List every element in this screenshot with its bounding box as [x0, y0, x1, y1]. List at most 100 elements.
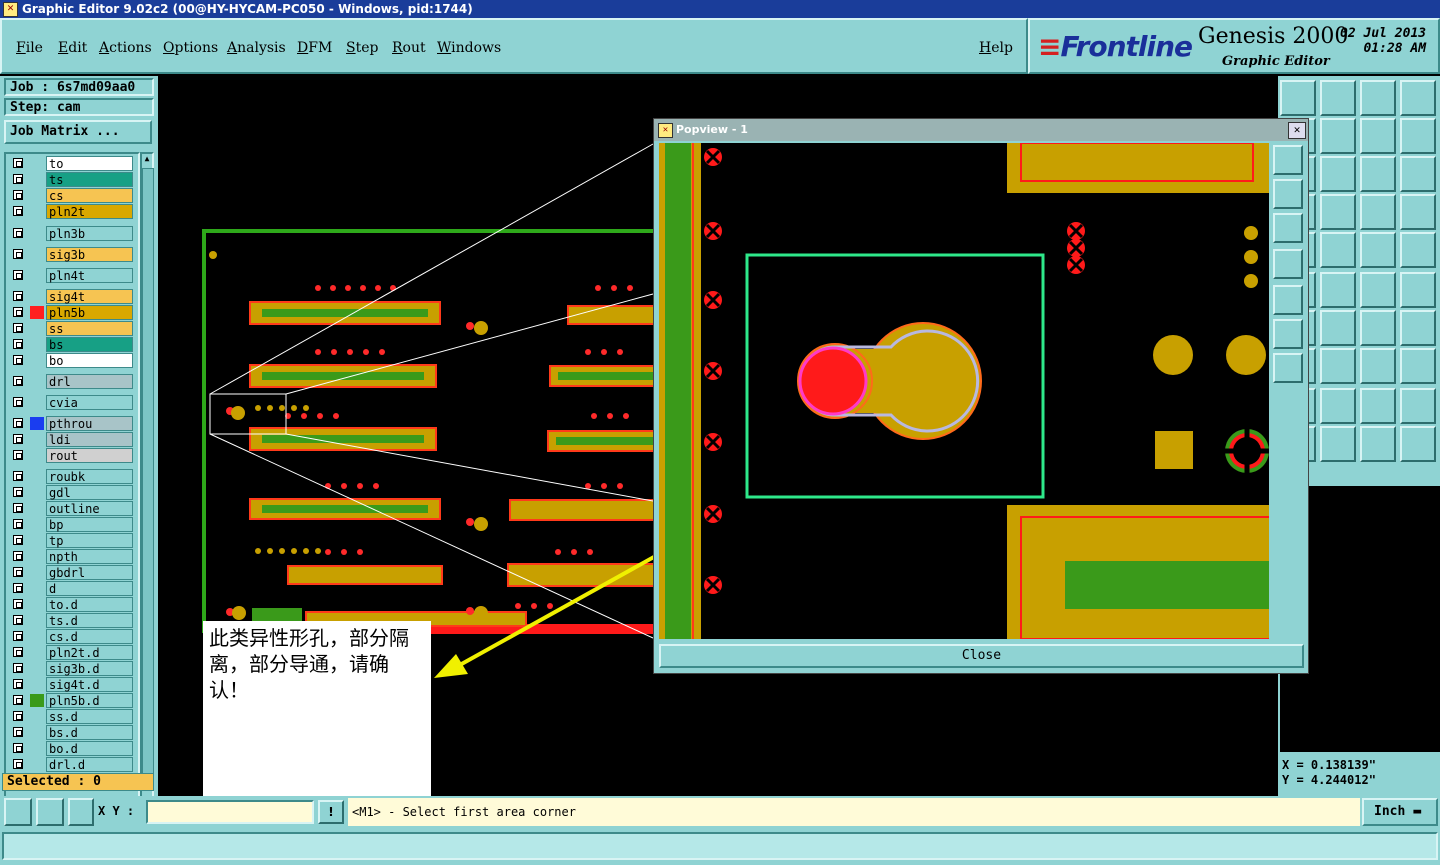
- layer-row-bo[interactable]: bo: [10, 353, 133, 368]
- layer-checkbox[interactable]: [13, 323, 23, 333]
- layer-checkbox[interactable]: [13, 206, 23, 216]
- layer-name[interactable]: gdl: [46, 485, 133, 500]
- popview-close-button[interactable]: Close: [659, 644, 1304, 668]
- units-select[interactable]: Inch ▬: [1362, 798, 1438, 826]
- layer-name[interactable]: ss.d: [46, 709, 133, 724]
- layer-checkbox[interactable]: [13, 599, 23, 609]
- copy-icon[interactable]: [1360, 348, 1396, 384]
- menu-windows[interactable]: Windows: [437, 40, 501, 56]
- layer-row-cvia[interactable]: cvia: [10, 395, 133, 410]
- layer-checkbox[interactable]: [13, 450, 23, 460]
- pv-up-icon[interactable]: [1273, 179, 1303, 209]
- job-matrix-button[interactable]: Job Matrix ...: [4, 120, 152, 144]
- zoom-area-icon[interactable]: [4, 798, 32, 826]
- layer-name[interactable]: pln2t.d: [46, 645, 133, 660]
- layer-name[interactable]: ts.d: [46, 613, 133, 628]
- grid-icon[interactable]: [68, 798, 94, 826]
- popview-canvas[interactable]: [659, 143, 1269, 639]
- layer-checkbox[interactable]: [13, 615, 23, 625]
- layer-checkbox[interactable]: [13, 535, 23, 545]
- layer-row-pln2t-d[interactable]: pln2t.d: [10, 645, 133, 660]
- move-icon[interactable]: [1360, 272, 1396, 308]
- select-d-icon[interactable]: [1400, 388, 1436, 424]
- layer-name[interactable]: npth: [46, 549, 133, 564]
- layer-row-to[interactable]: to: [10, 156, 133, 171]
- layer-checkbox[interactable]: [13, 583, 23, 593]
- save-icon[interactable]: [1320, 80, 1356, 116]
- layer-checkbox[interactable]: [13, 631, 23, 641]
- layer-row-pln3b[interactable]: pln3b: [10, 226, 133, 241]
- layer-row-tp[interactable]: tp: [10, 533, 133, 548]
- layer-checkbox[interactable]: [13, 567, 23, 577]
- layer-name[interactable]: sig3b.d: [46, 661, 133, 676]
- layer-row-gdl[interactable]: gdl: [10, 485, 133, 500]
- layer-row-outline[interactable]: outline: [10, 501, 133, 516]
- menu-file[interactable]: File: [16, 40, 43, 56]
- pv-fit-icon[interactable]: [1273, 319, 1303, 349]
- layer-checkbox[interactable]: [13, 397, 23, 407]
- layer-name[interactable]: pln2t: [46, 204, 133, 219]
- layer-checkbox[interactable]: [13, 471, 23, 481]
- layer-checkbox[interactable]: [13, 418, 23, 428]
- layer-row-d[interactable]: d: [10, 581, 133, 596]
- layer-checkbox[interactable]: [13, 727, 23, 737]
- layer-row-npth[interactable]: npth: [10, 549, 133, 564]
- select-c-icon[interactable]: [1360, 388, 1396, 424]
- layer-checkbox[interactable]: [13, 551, 23, 561]
- layer-row-pln5b[interactable]: pln5b: [10, 305, 133, 320]
- pv-right-icon[interactable]: [1273, 285, 1303, 315]
- step-icon[interactable]: [1400, 118, 1436, 154]
- layer-list-scrollbar[interactable]: ▲ ▼: [140, 152, 154, 844]
- menu-step[interactable]: Step: [346, 40, 378, 56]
- layer-row-drl-d[interactable]: drl.d: [10, 757, 133, 772]
- arc-icon[interactable]: [1320, 310, 1356, 346]
- layer-name[interactable]: outline: [46, 501, 133, 516]
- layer-name[interactable]: sig3b: [46, 247, 133, 262]
- layer-checkbox[interactable]: [13, 190, 23, 200]
- layer-checkbox[interactable]: [13, 679, 23, 689]
- layer-name[interactable]: tp: [46, 533, 133, 548]
- layer-name[interactable]: roubk: [46, 469, 133, 484]
- layer-name[interactable]: rout: [46, 448, 133, 463]
- layer-checkbox[interactable]: [13, 759, 23, 769]
- layer-checkbox[interactable]: [13, 376, 23, 386]
- flip-icon[interactable]: [1360, 310, 1396, 346]
- xy-input[interactable]: [146, 800, 314, 824]
- layer-checkbox[interactable]: [13, 663, 23, 673]
- layer-checkbox[interactable]: [13, 743, 23, 753]
- layer-checkbox[interactable]: [13, 711, 23, 721]
- menu-options[interactable]: Options: [163, 40, 218, 56]
- scale-icon[interactable]: [1320, 156, 1356, 192]
- layer-row-pln5b-d[interactable]: pln5b.d: [10, 693, 133, 708]
- menu-analysis[interactable]: Analysis: [227, 40, 286, 56]
- menu-help[interactable]: Help: [979, 40, 1013, 56]
- scroll-up-icon[interactable]: ▲: [142, 154, 152, 164]
- connect-icon[interactable]: [1360, 426, 1396, 462]
- select-b-icon[interactable]: [1320, 388, 1356, 424]
- layer-checkbox[interactable]: [13, 174, 23, 184]
- layer-checkbox[interactable]: [13, 249, 23, 259]
- layer-checkbox[interactable]: [13, 519, 23, 529]
- layer-row-to-d[interactable]: to.d: [10, 597, 133, 612]
- redo-icon[interactable]: [1320, 118, 1356, 154]
- layer-checkbox[interactable]: [13, 291, 23, 301]
- layer-checkbox[interactable]: [13, 355, 23, 365]
- layer-name[interactable]: pthrou: [46, 416, 133, 431]
- pv-down-icon[interactable]: [1273, 213, 1303, 243]
- layer-checkbox[interactable]: [13, 339, 23, 349]
- point-icon[interactable]: [1360, 232, 1396, 268]
- pointer-alt-icon[interactable]: [1320, 426, 1356, 462]
- route-icon[interactable]: [1400, 426, 1436, 462]
- rotate-icon[interactable]: [1400, 272, 1436, 308]
- layer-row-sig4t[interactable]: sig4t: [10, 289, 133, 304]
- pv-zoom-icon[interactable]: [1273, 145, 1303, 175]
- measure-icon[interactable]: [36, 798, 64, 826]
- layer-name[interactable]: bp: [46, 517, 133, 532]
- layer-checkbox[interactable]: [13, 695, 23, 705]
- layer-row-drl[interactable]: drl: [10, 374, 133, 389]
- layer-checkbox[interactable]: [13, 228, 23, 238]
- layer-row-bs[interactable]: bs: [10, 337, 133, 352]
- pv-pan-icon[interactable]: [1273, 353, 1303, 383]
- layer-name[interactable]: drl.d: [46, 757, 133, 772]
- layer-row-ts[interactable]: ts: [10, 172, 133, 187]
